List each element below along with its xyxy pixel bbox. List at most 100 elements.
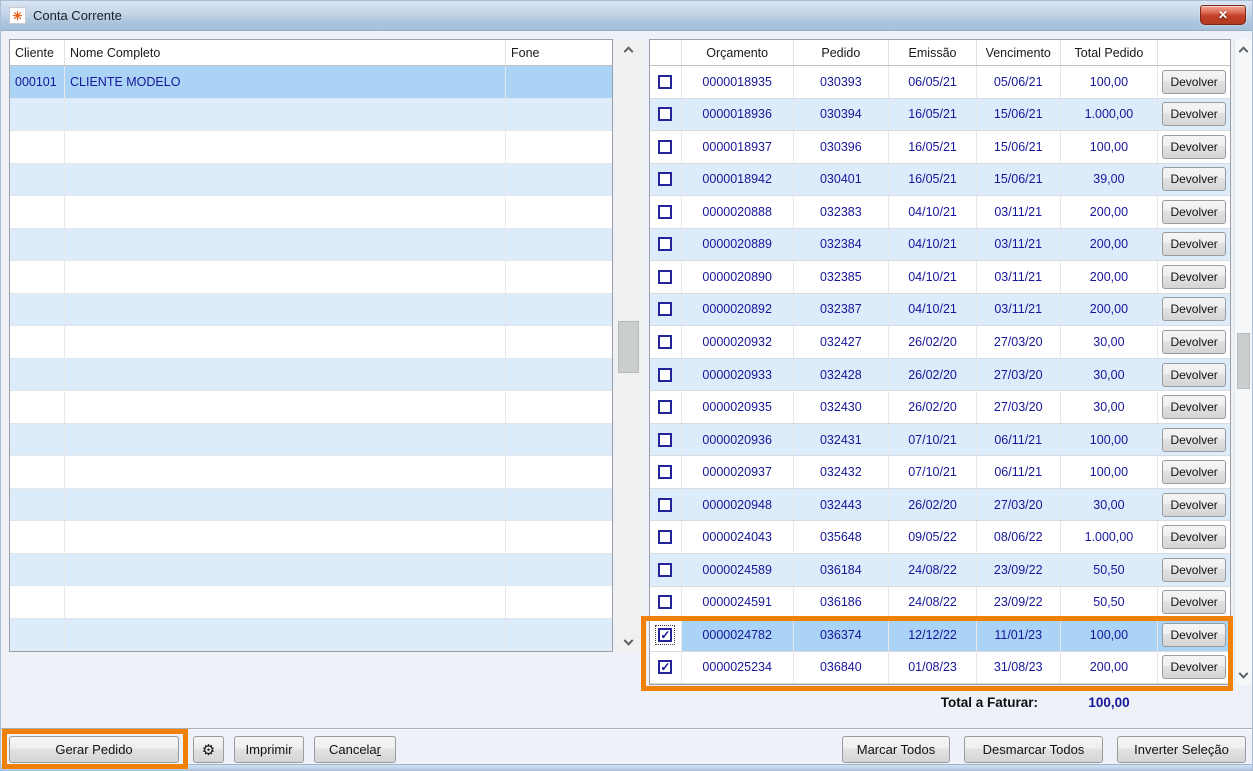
order-row[interactable]: 0000024043 035648 09/05/22 08/06/22 1.000,00… [650, 521, 1230, 554]
client-row[interactable] [10, 358, 612, 391]
checkbox-unchecked-icon[interactable] [658, 432, 673, 447]
client-row[interactable] [10, 293, 612, 326]
order-row[interactable]: 0000020932 032427 26/02/20 27/03/20 30,00 Dev… [650, 326, 1230, 359]
checkbox-checked-icon[interactable]: ✓ [658, 627, 673, 642]
order-row[interactable]: 0000024591 036186 24/08/22 23/09/22 50,50 Dev… [650, 586, 1230, 620]
client-row[interactable] [10, 521, 612, 554]
devolver-button[interactable]: Devolver [1162, 557, 1227, 582]
order-row[interactable]: 0000020933 032428 26/02/20 27/03/20 30,00 Dev… [650, 358, 1230, 392]
checkbox-unchecked-icon[interactable] [658, 269, 673, 284]
client-row[interactable] [10, 488, 612, 521]
close-icon[interactable]: ✕ [1200, 5, 1246, 25]
devolver-button[interactable]: Devolver [1162, 232, 1227, 257]
client-row[interactable] [10, 618, 612, 651]
order-row[interactable]: 0000020936 032431 07/10/21 06/11/21 100,00 De… [650, 423, 1230, 457]
client-row[interactable] [10, 228, 612, 261]
column-header-emissao[interactable]: Emissão [889, 40, 977, 65]
devolver-button[interactable]: Devolver [1162, 297, 1227, 322]
devolver-button[interactable]: Devolver [1162, 264, 1227, 289]
scroll-up-icon[interactable] [615, 39, 642, 57]
order-row[interactable]: ✓ 0000025234 036840 01/08/23 31/08/23 200,00 D… [650, 651, 1230, 685]
devolver-button[interactable]: Devolver [1162, 395, 1227, 420]
devolver-button[interactable]: Devolver [1162, 69, 1227, 94]
devolver-button[interactable]: Devolver [1162, 362, 1227, 387]
scroll-up-icon[interactable] [1235, 39, 1252, 57]
devolver-button[interactable]: Devolver [1162, 460, 1227, 485]
imprimir-button[interactable]: Imprimir [234, 736, 304, 763]
order-row[interactable]: 0000020948 032443 26/02/20 27/03/20 30,00 Dev… [650, 488, 1230, 522]
column-header-vencimento[interactable]: Vencimento [977, 40, 1061, 65]
client-row[interactable] [10, 391, 612, 424]
client-row[interactable]: 000101 CLIENTE MODELO [10, 66, 612, 99]
order-row[interactable]: 0000020889 032384 04/10/21 03/11/21 200,00 De… [650, 228, 1230, 262]
checkbox-unchecked-icon[interactable] [658, 335, 673, 350]
devolver-button[interactable]: Devolver [1162, 492, 1227, 517]
checkbox-unchecked-icon[interactable] [658, 74, 673, 89]
orders-scrollbar-thumb[interactable] [1237, 333, 1250, 389]
column-header-total-pedido[interactable]: Total Pedido [1061, 40, 1159, 65]
title-bar[interactable]: ✳ Conta Corrente [1, 1, 1252, 31]
orders-scrollbar[interactable] [1234, 39, 1252, 685]
marcar-todos-button[interactable]: Marcar Todos [842, 736, 950, 763]
column-header-pedido[interactable]: Pedido [794, 40, 890, 65]
order-row[interactable]: 0000020890 032385 04/10/21 03/11/21 200,00 De… [650, 261, 1230, 294]
column-header-fone[interactable]: Fone [506, 40, 612, 65]
scroll-down-icon[interactable] [1235, 667, 1252, 685]
clients-scrollbar-thumb[interactable] [618, 321, 639, 373]
checkbox-unchecked-icon[interactable] [658, 204, 673, 219]
gear-icon[interactable]: ⚙ [193, 736, 224, 763]
checkbox-unchecked-icon[interactable] [658, 465, 673, 480]
order-row[interactable]: 0000018936 030394 16/05/21 15/06/21 1.000,00… [650, 98, 1230, 132]
client-row[interactable] [10, 553, 612, 586]
devolver-button[interactable]: Devolver [1162, 590, 1227, 615]
checkbox-unchecked-icon[interactable] [658, 302, 673, 317]
client-row[interactable] [10, 326, 612, 359]
inverter-selecao-button[interactable]: Inverter Seleção [1117, 736, 1246, 763]
cancelar-button[interactable]: Cancela r [314, 736, 396, 763]
checkbox-unchecked-icon[interactable] [658, 107, 673, 122]
order-row[interactable]: 0000020935 032430 26/02/20 27/03/20 30,00 Dev… [650, 391, 1230, 424]
order-row[interactable]: 0000024589 036184 24/08/22 23/09/22 50,50 Dev… [650, 553, 1230, 587]
order-row[interactable]: 0000018935 030393 06/05/21 05/06/21 100,00 De… [650, 66, 1230, 99]
order-row[interactable]: 0000020937 032432 07/10/21 06/11/21 100,00 De… [650, 456, 1230, 489]
devolver-button[interactable]: Devolver [1162, 330, 1227, 355]
scroll-down-icon[interactable] [615, 634, 642, 652]
client-row[interactable] [10, 423, 612, 456]
devolver-button[interactable]: Devolver [1162, 199, 1227, 224]
checkbox-unchecked-icon[interactable] [658, 172, 673, 187]
checkbox-unchecked-icon[interactable] [658, 400, 673, 415]
client-row[interactable] [10, 586, 612, 619]
order-row[interactable]: 0000018937 030396 16/05/21 15/06/21 100,00 De… [650, 131, 1230, 164]
desmarcar-todos-button[interactable]: Desmarcar Todos [964, 736, 1103, 763]
order-row[interactable]: 0000018942 030401 16/05/21 15/06/21 39,00 Dev… [650, 163, 1230, 197]
column-header-nome-completo[interactable]: Nome Completo [65, 40, 506, 65]
checkbox-unchecked-icon[interactable] [658, 367, 673, 382]
order-row[interactable]: 0000020888 032383 04/10/21 03/11/21 200,00 De… [650, 196, 1230, 229]
checkbox-unchecked-icon[interactable] [658, 530, 673, 545]
checkbox-unchecked-icon[interactable] [658, 562, 673, 577]
checkbox-checked-icon[interactable]: ✓ [658, 660, 673, 675]
gerar-pedido-button[interactable]: Gerar Pedido [9, 736, 179, 763]
checkbox-unchecked-icon[interactable] [658, 237, 673, 252]
client-row[interactable] [10, 456, 612, 489]
clients-scrollbar[interactable] [615, 39, 642, 652]
order-row[interactable]: 0000020892 032387 04/10/21 03/11/21 200,00 De… [650, 293, 1230, 327]
devolver-button[interactable]: Devolver [1162, 622, 1227, 647]
checkbox-unchecked-icon[interactable] [658, 497, 673, 512]
devolver-button[interactable]: Devolver [1162, 525, 1227, 550]
client-row[interactable] [10, 196, 612, 229]
client-row[interactable] [10, 98, 612, 131]
client-row[interactable] [10, 131, 612, 164]
client-row[interactable] [10, 163, 612, 196]
column-header-cliente[interactable]: Cliente [10, 40, 65, 65]
client-row[interactable] [10, 261, 612, 294]
devolver-button[interactable]: Devolver [1162, 102, 1227, 127]
order-row[interactable]: ✓ 0000024782 036374 12/12/22 11/01/23 100,00 D… [650, 619, 1230, 652]
devolver-button[interactable]: Devolver [1162, 655, 1227, 680]
column-header-orcamento[interactable]: Orçamento [682, 40, 794, 65]
checkbox-unchecked-icon[interactable] [658, 139, 673, 154]
devolver-button[interactable]: Devolver [1162, 134, 1227, 159]
devolver-button[interactable]: Devolver [1162, 427, 1227, 452]
devolver-button[interactable]: Devolver [1162, 167, 1227, 192]
checkbox-unchecked-icon[interactable] [658, 595, 673, 610]
